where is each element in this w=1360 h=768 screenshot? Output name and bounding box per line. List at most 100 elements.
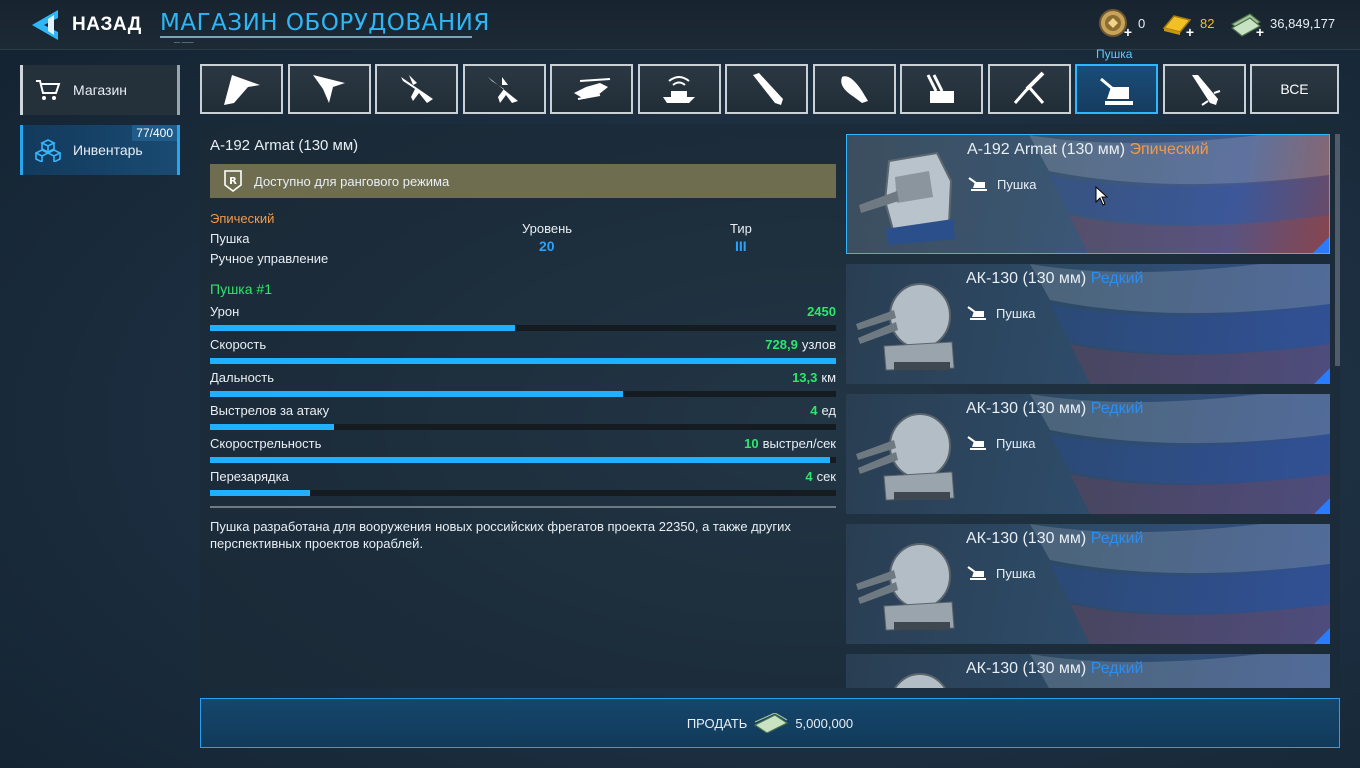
active-tab-caption: Пушка	[1096, 47, 1133, 61]
tab-naval-gun[interactable]	[1075, 64, 1158, 114]
tab-drone-boat[interactable]	[637, 64, 721, 114]
gold-currency[interactable]: + 82	[1160, 8, 1215, 40]
nav-inventory-label: Инвентарь	[73, 142, 143, 158]
tab-missile[interactable]	[725, 64, 808, 114]
stat-bar-fill	[210, 358, 836, 364]
item-card-rarity: Редкий	[1090, 400, 1144, 417]
item-card-rarity: Эпический	[1129, 141, 1209, 158]
stealth-fighter-icon	[488, 77, 518, 103]
item-card-rarity: Редкий	[1090, 270, 1144, 287]
stat-bar-fill	[210, 424, 334, 430]
rocket-icon	[1192, 75, 1221, 106]
naval-gun-icon	[968, 177, 987, 191]
cart-icon	[36, 80, 61, 100]
stat-number: 10	[744, 436, 759, 451]
tab-aa-turret[interactable]	[900, 64, 983, 114]
item-card-name: АК-130 (130 мм)	[966, 270, 1087, 287]
stat-value: 4 ед	[810, 403, 836, 418]
item-card-type: Пушка	[966, 564, 1035, 582]
back-button[interactable]: НАЗАД	[28, 8, 142, 42]
stat-value: 2450	[807, 304, 836, 319]
stat-unit: сек	[816, 469, 836, 484]
stat-name: Урон	[210, 304, 240, 319]
fighter-icon	[400, 75, 433, 103]
item-card-rarity: Редкий	[1090, 660, 1144, 677]
stat-number: 728,9	[765, 337, 798, 352]
tab-rocket[interactable]	[1162, 64, 1246, 114]
item-card-type-label: Пушка	[997, 176, 1037, 192]
naval-gun-icon	[967, 306, 986, 320]
gold-value: 82	[1200, 15, 1215, 31]
naval-gun-icon	[1099, 77, 1133, 105]
nav-shop[interactable]: Магазин	[20, 65, 180, 115]
medal-icon: +	[1098, 8, 1132, 40]
stat-number: 4	[810, 403, 818, 418]
nav-inventory[interactable]: Инвентарь 77/400	[20, 125, 180, 175]
tab-all[interactable]: ВСЕ	[1250, 64, 1339, 114]
stat-bar	[210, 490, 836, 496]
tier-label: Тир	[730, 221, 752, 236]
item-card-title: АК-130 (130 мм) Редкий	[966, 400, 1143, 418]
list-scrollbar[interactable]	[1335, 134, 1340, 366]
naval-gun-icon	[967, 566, 986, 580]
tab-stealth-fighter[interactable]	[462, 64, 546, 114]
medal-currency[interactable]: + 0	[1098, 8, 1145, 40]
item-card[interactable]: АК-130 (130 мм) Редкий Пушка	[846, 264, 1330, 384]
detail-control: Ручное управление	[210, 251, 329, 266]
weapon-image	[854, 530, 960, 638]
card-corner	[1313, 237, 1329, 253]
stat-unit: ед	[821, 403, 836, 418]
stat-bar	[210, 424, 836, 430]
weapon-image	[854, 660, 960, 688]
plus-icon[interactable]: +	[1124, 24, 1132, 40]
plus-icon[interactable]: +	[1186, 24, 1194, 40]
item-card-type-label: Пушка	[996, 565, 1036, 581]
stat-number: 2450	[807, 304, 836, 319]
item-card[interactable]: АК-130 (130 мм) РедкийПушка	[846, 394, 1330, 514]
tab-stealth-bomber[interactable]	[287, 64, 371, 114]
detail-type: Пушка	[210, 231, 250, 246]
aa-turret-icon	[926, 74, 954, 103]
tab-bomber[interactable]	[200, 64, 283, 114]
stat-unit: км	[821, 370, 836, 385]
aa-gun-icon	[1013, 71, 1045, 104]
level-value: 20	[539, 238, 555, 254]
sell-price: 5,000,000	[795, 715, 854, 731]
ranked-shield-icon: R	[224, 170, 242, 192]
sell-button[interactable]: ПРОДАТЬ 5,000,000	[200, 698, 1340, 748]
boxes-icon	[35, 139, 61, 162]
detail-rarity: Эпический	[210, 211, 275, 226]
item-card-type: Пушка	[966, 304, 1035, 322]
money-currency[interactable]: + 36,849,177	[1230, 8, 1335, 40]
weapon-image	[854, 270, 960, 378]
ranked-banner: R Доступно для рангового режима	[210, 164, 836, 198]
stat-value: 4 сек	[805, 469, 836, 484]
title-tag: — ——	[174, 40, 194, 46]
stat-bar	[210, 457, 836, 463]
page-title: МАГАЗИН ОБОРУДОВАНИЯ	[160, 10, 490, 36]
title-underline	[160, 36, 472, 38]
tab-aa-gun[interactable]	[987, 64, 1071, 114]
drone-boat-icon	[663, 76, 695, 103]
stat-unit: выстрел/сек	[762, 436, 836, 451]
ranked-label: Доступно для рангового режима	[254, 173, 450, 189]
mouse-cursor-icon	[1095, 186, 1109, 206]
stat-number: 13,3	[792, 370, 818, 385]
item-card[interactable]: А-192 Armat (130 мм) Эпический Пушка	[846, 134, 1330, 254]
item-card[interactable]: АК-130 (130 мм) РедкийПушка	[846, 654, 1330, 688]
tab-helicopter[interactable]	[550, 64, 633, 114]
stat-number: 4	[805, 469, 813, 484]
item-card[interactable]: АК-130 (130 мм) РедкийПушка	[846, 524, 1330, 644]
detail-title: А-192 Armat (130 мм)	[210, 137, 359, 154]
plus-icon[interactable]: +	[1256, 24, 1264, 40]
card-corner	[1314, 498, 1330, 514]
money-icon: +	[1230, 8, 1264, 40]
tab-bomb[interactable]	[812, 64, 896, 114]
bomb-icon	[841, 76, 868, 103]
stat-name: Выстрелов за атаку	[210, 403, 330, 418]
stat-value: 728,9 узлов	[765, 337, 836, 352]
tab-fighter[interactable]	[375, 64, 458, 114]
stat-bar-fill	[210, 457, 830, 463]
category-tabs: ВСЕ	[200, 64, 1344, 114]
level-label: Уровень	[522, 221, 573, 236]
